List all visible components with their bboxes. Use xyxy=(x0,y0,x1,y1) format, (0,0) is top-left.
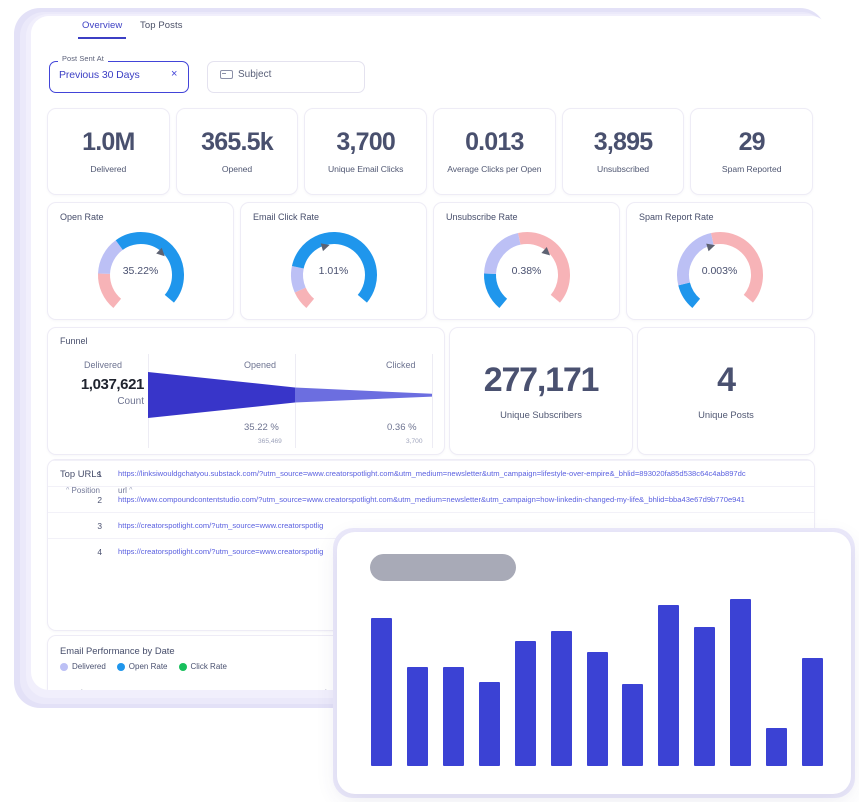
gauge-title: Spam Report Rate xyxy=(639,212,714,222)
funnel-stage-sub: 3,700 xyxy=(406,438,423,445)
gauge-title: Open Rate xyxy=(60,212,104,222)
funnel-stage-pct: 0.36 % xyxy=(387,422,417,433)
bar xyxy=(406,667,428,766)
subject-filter-label: Subject xyxy=(238,69,272,80)
bar xyxy=(658,604,680,766)
post-sent-at-value: Previous 30 Days xyxy=(59,69,140,81)
funnel-stage-sub: 365,469 xyxy=(258,438,282,445)
gauge-card: Unsubscribe Rate 0.38% xyxy=(433,202,620,320)
post-sent-at-legend: Post Sent At xyxy=(58,54,108,63)
url-link[interactable]: https://www.compoundcontentstudio.com/?u… xyxy=(118,495,808,504)
bar xyxy=(622,684,644,766)
gauge-value: 0.38% xyxy=(511,265,542,277)
gauge-value: 1.01% xyxy=(318,265,349,277)
bar xyxy=(478,682,500,766)
kpi-card: 365.5k Opened xyxy=(175,108,299,195)
url-position: 4 xyxy=(97,547,102,557)
axis-tick-label: 253.1k xyxy=(306,688,329,690)
bar xyxy=(371,617,392,766)
bar xyxy=(766,728,788,766)
kpi-label: Unique Email Clicks xyxy=(327,163,404,174)
funnel-stage-pct: 35.22 % xyxy=(244,422,279,433)
gauge-value: 0.003% xyxy=(701,265,738,277)
gauge-value: 35.22% xyxy=(122,265,159,277)
funnel-stage-label: Delivered xyxy=(84,360,123,370)
bar xyxy=(802,657,823,766)
table-row: 1 https://linksiwouldgchatyou.substack.co… xyxy=(48,460,814,487)
url-position: 3 xyxy=(97,521,102,531)
email-performance-title: Email Performance by Date xyxy=(60,645,175,656)
table-row: 2 https://www.compoundcontentstudio.com/?… xyxy=(48,486,814,513)
bar xyxy=(730,598,752,766)
funnel-stage-label: Opened xyxy=(244,360,277,370)
gauge-card: Spam Report Rate 0.003% xyxy=(626,202,813,320)
legend-label: Open Rate xyxy=(128,662,168,671)
gauge-title: Unsubscribe Rate xyxy=(446,212,518,222)
bar-chart-plot-area xyxy=(371,576,823,766)
bar xyxy=(586,652,608,766)
unique-posts-card: 4 Unique Posts xyxy=(637,327,815,455)
kpi-card-row: 1.0M Delivered 365.5k Opened 3,700 Unique Ema… xyxy=(47,108,814,195)
axis-tick-label: 300.0k xyxy=(62,688,85,690)
unique-subscribers-label: Unique Subscribers xyxy=(500,408,582,420)
unique-posts-value: 4 xyxy=(717,360,736,399)
kpi-card: 29 Spam Reported xyxy=(690,108,814,195)
funnel-stage-label: Clicked xyxy=(386,360,416,370)
filter-bar: Post Sent At Previous 30 Days × Subject xyxy=(31,43,829,101)
tab-overview[interactable]: Overview xyxy=(78,20,127,39)
gauge-card: Email Click Rate 1.01% xyxy=(240,202,427,320)
kpi-value: 3,895 xyxy=(593,127,653,156)
funnel-card: Funnel 1,037,621 Count Delivered Opened … xyxy=(47,327,445,455)
bar xyxy=(550,631,572,766)
unique-subscribers-card: 277,171 Unique Subscribers xyxy=(449,327,633,455)
tab-bar: Overview Top Posts xyxy=(31,16,829,44)
kpi-card: 0.013 Average Clicks per Open xyxy=(433,108,556,195)
overlay-bar-chart-card xyxy=(337,532,851,794)
kpi-card: 3,700 Unique Email Clicks xyxy=(304,108,428,195)
kpi-card: 1.0M Delivered xyxy=(47,108,170,195)
tab-top-posts[interactable]: Top Posts xyxy=(136,20,187,37)
kpi-label: Opened xyxy=(221,163,253,174)
url-position: 2 xyxy=(97,495,102,505)
kpi-card: 3,895 Unsubscribed xyxy=(561,108,685,195)
gauge-card: Open Rate 35.22% xyxy=(47,202,234,320)
email-performance-legend: Delivered Open Rate Click Rate xyxy=(60,662,227,671)
funnel-total-value: 1,037,621 xyxy=(80,376,145,393)
tab-overview-label: Overview xyxy=(82,20,123,31)
gauge-card-row: Open Rate 35.22% Email Click Rate 1.01% Unsu… xyxy=(47,202,813,320)
kpi-value: 0.013 xyxy=(465,127,524,156)
funnel-shape xyxy=(148,372,432,418)
legend-color-dot xyxy=(60,662,68,671)
legend-color-dot xyxy=(116,662,125,671)
funnel-title: Funnel xyxy=(60,336,88,346)
legend-item: Click Rate xyxy=(178,662,227,671)
kpi-label: Unsubscribed xyxy=(597,163,649,174)
kpi-value: 365.5k xyxy=(201,127,273,156)
kpi-value: 29 xyxy=(738,127,766,156)
unique-posts-label: Unique Posts xyxy=(698,408,754,420)
kpi-label: Spam Reported xyxy=(721,163,782,174)
bar xyxy=(694,627,716,766)
close-icon[interactable]: × xyxy=(171,69,177,80)
unique-subscribers-value: 277,171 xyxy=(483,360,600,399)
kpi-label: Average Clicks per Open xyxy=(447,163,542,174)
tag-icon xyxy=(220,70,233,79)
legend-item: Open Rate xyxy=(116,662,168,671)
legend-item: Delivered xyxy=(60,662,106,671)
bar xyxy=(442,667,464,766)
legend-color-dot xyxy=(178,662,187,671)
bar xyxy=(514,640,536,766)
url-position: 1 xyxy=(97,469,102,479)
legend-label: Delivered xyxy=(72,662,106,671)
kpi-value: 1.0M xyxy=(82,127,135,156)
funnel-count-label: Count xyxy=(117,396,144,407)
kpi-value: 3,700 xyxy=(336,127,395,156)
gauge-title: Email Click Rate xyxy=(253,212,320,222)
legend-label: Click Rate xyxy=(190,662,227,671)
kpi-label: Delivered xyxy=(90,163,127,174)
url-link[interactable]: https://linksiwouldgchatyou.substack.com… xyxy=(118,469,808,478)
tab-top-posts-label: Top Posts xyxy=(140,20,183,31)
